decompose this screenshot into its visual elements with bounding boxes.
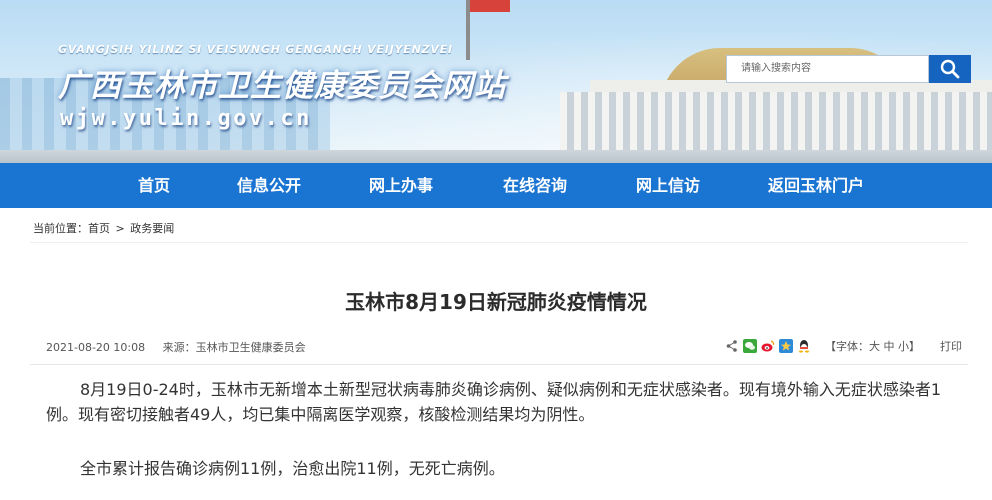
breadcrumb-separator: > — [115, 222, 125, 235]
meta-divider — [30, 364, 968, 365]
share-icon[interactable] — [725, 339, 739, 353]
nav-online-petition[interactable]: 网上信访 — [636, 163, 700, 208]
search-icon — [940, 59, 960, 79]
font-size-control[interactable]: 【字体：大 中 小】 — [825, 338, 920, 354]
site-title[interactable]: 广西玉林市卫生健康委员会网站 — [58, 60, 506, 105]
article-meta: 2021-08-20 10:08 来源：玉林市卫生健康委员会 — [46, 339, 306, 355]
qzone-icon[interactable] — [779, 339, 793, 353]
article-paragraph: 8月19日0-24时，玉林市无新增本土新型冠状病毒肺炎确诊病例、疑似病例和无症状… — [46, 380, 942, 424]
nav-online-services[interactable]: 网上办事 — [369, 163, 433, 208]
qq-icon[interactable] — [797, 339, 811, 353]
nav-back-to-yulin-portal[interactable]: 返回玉林门户 — [768, 163, 864, 208]
article-paragraph: 全市累计报告确诊病例11例，治愈出院11例，无死亡病例。 — [80, 459, 505, 478]
main-nav: 首页 信息公开 网上办事 在线咨询 网上信访 返回玉林门户 — [0, 163, 992, 208]
breadcrumb-current[interactable]: 政务要闻 — [130, 222, 174, 235]
breadcrumb: 当前位置：首页 > 政务要闻 — [33, 220, 174, 236]
breadcrumb-home[interactable]: 首页 — [88, 222, 110, 235]
article-date: 2021-08-20 10:08 — [46, 341, 146, 354]
article-tools: 【字体：大 中 小】 打印 — [725, 337, 962, 355]
flag — [470, 0, 510, 12]
breadcrumb-prefix: 当前位置： — [33, 222, 88, 235]
site-banner: GVANGJSIH YILINZ SI VEISWNGH GENGANGH VE… — [0, 0, 992, 163]
print-link[interactable]: 打印 — [940, 338, 962, 354]
nav-home[interactable]: 首页 — [138, 163, 170, 208]
article-title: 玉林市8月19日新冠肺炎疫情情况 — [345, 290, 647, 314]
banner-ground — [0, 150, 992, 163]
wechat-icon[interactable] — [743, 339, 757, 353]
nav-online-consult[interactable]: 在线咨询 — [503, 163, 567, 208]
nav-info-disclosure[interactable]: 信息公开 — [237, 163, 301, 208]
article-source: 来源：玉林市卫生健康委员会 — [162, 341, 306, 354]
site-domain: wjw.yulin.gov.cn — [60, 106, 312, 131]
weibo-icon[interactable] — [761, 339, 775, 353]
site-pinyin: GVANGJSIH YILINZ SI VEISWNGH GENGANGH VE… — [58, 43, 453, 56]
breadcrumb-divider — [30, 242, 968, 243]
search-button[interactable] — [929, 55, 971, 83]
search-input[interactable]: 请输入搜索内容 — [726, 55, 929, 83]
